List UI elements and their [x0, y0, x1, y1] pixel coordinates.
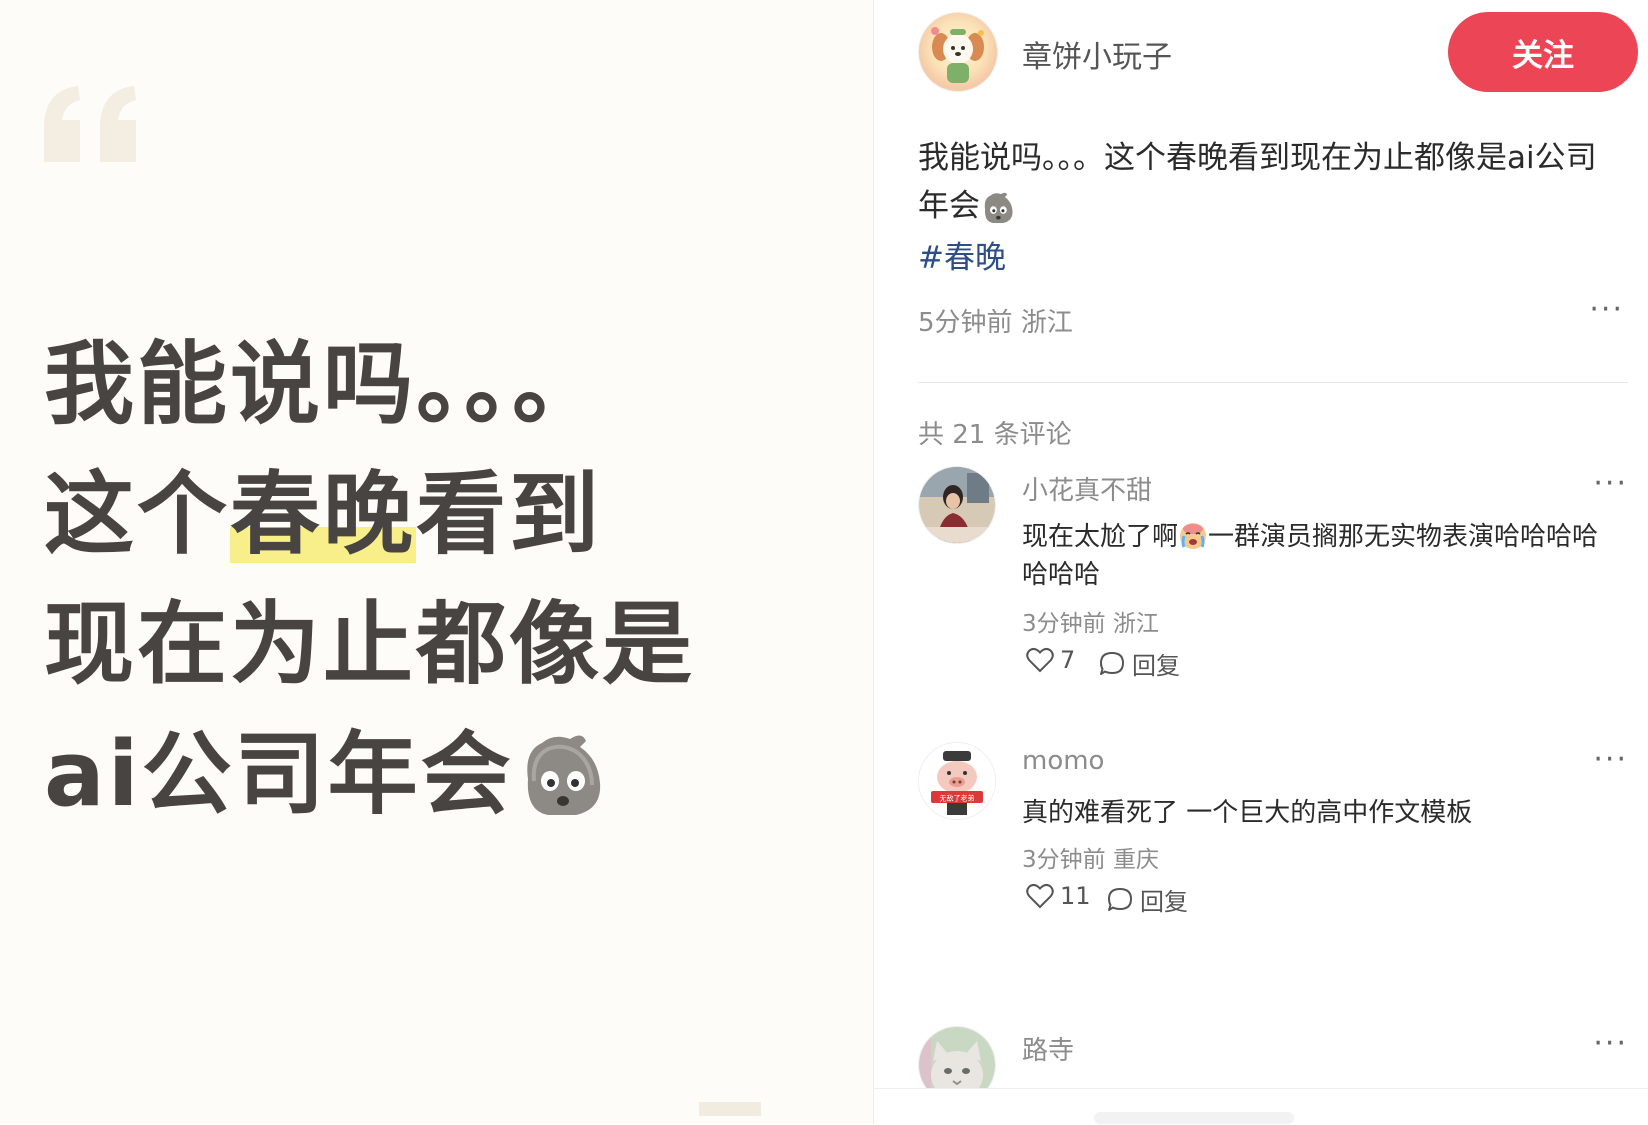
like-count: 7: [1060, 646, 1076, 674]
card-line-text: 现在为止都像是: [44, 592, 695, 697]
reply-button[interactable]: 回复: [1106, 882, 1188, 917]
comment-more-button[interactable]: ···: [1593, 1026, 1628, 1061]
commenter-avatar[interactable]: [918, 1026, 996, 1088]
commenter-name[interactable]: 小花真不甜: [1022, 470, 1152, 507]
post-content: 我能说吗。。。这个春晚看到现在为止都像是ai公司年会: [918, 134, 1618, 230]
pig-character-icon: 无敌了老弟: [919, 743, 995, 819]
quote-mark-icon: [44, 86, 136, 162]
author-row: 章饼小玩子 关注: [918, 12, 1638, 92]
card-line-text: 我能说吗。。。: [44, 332, 605, 437]
comment-meta: 3分钟前 浙江: [1022, 604, 1159, 638]
post-image-card[interactable]: 我能说吗。。。 这个春晚看到 现在为止都像是 ai公司年会: [0, 0, 874, 1124]
rock-face-emoji-icon: [526, 735, 600, 815]
comment-location: 浙江: [1112, 611, 1159, 637]
heart-icon: [1026, 883, 1054, 909]
comment-location: 重庆: [1112, 847, 1159, 873]
post-text: 我能说吗。。。这个春晚看到现在为止都像是ai公司年会: [918, 140, 1597, 224]
comment-bubble-icon: [1108, 887, 1132, 911]
comment-text-part: 真的难看死了 一个巨大的高中作文模板: [1022, 798, 1473, 828]
comment-item: 无敌了老弟 momo ··· 真的难看死了 一个巨大的高中作文模板 3分钟前 重…: [918, 742, 1628, 942]
card-headline: 我能说吗。。。 这个春晚看到 现在为止都像是 ai公司年会: [44, 320, 864, 840]
card-bottom-tab: [699, 1102, 761, 1116]
comment-text: 现在太尬了啊 一群演员搁那无实物表演哈哈哈哈哈哈哈: [1022, 518, 1622, 594]
highlighted-text: 春晚: [230, 462, 416, 567]
author-avatar[interactable]: [918, 12, 998, 92]
card-line-text: ai公司年会: [44, 722, 514, 827]
comment-time: 3分钟前: [1022, 847, 1106, 873]
post-detail-panel: 章饼小玩子 关注 我能说吗。。。这个春晚看到现在为止都像是ai公司年会 #春晚 …: [874, 0, 1648, 1125]
card-line-4: ai公司年会: [44, 710, 864, 840]
commenter-avatar[interactable]: 无敌了老弟: [918, 742, 996, 820]
comment-actions: 11 回复: [1022, 882, 1422, 918]
card-line-text: 这个: [44, 462, 230, 567]
comment-more-button[interactable]: ···: [1593, 466, 1628, 501]
follow-button[interactable]: 关注: [1448, 12, 1638, 92]
commenter-avatar[interactable]: [918, 466, 996, 544]
crying-face-emoji-icon: [1180, 523, 1207, 549]
comment-actions: 7 回复: [1022, 646, 1422, 682]
comment-meta: 3分钟前 重庆: [1022, 840, 1159, 874]
reply-label: 回复: [1132, 652, 1180, 680]
reply-button[interactable]: 回复: [1098, 646, 1180, 681]
comment-item: 路寺 ···: [918, 1026, 1628, 1088]
reply-label: 回复: [1140, 888, 1188, 916]
comment-text-part: 现在太尬了啊: [1022, 522, 1179, 552]
like-button[interactable]: 7: [1026, 646, 1075, 674]
divider: [918, 382, 1628, 383]
post-hashtag-link[interactable]: #春晚: [918, 232, 1006, 277]
comment-time: 3分钟前: [1022, 611, 1106, 637]
comment-item: 小花真不甜 ··· 现在太尬了啊 一群演员搁那无实物表演哈哈哈哈哈哈哈 3分钟前…: [918, 466, 1628, 696]
comment-more-button[interactable]: ···: [1593, 742, 1628, 777]
author-name[interactable]: 章饼小玩子: [1022, 32, 1172, 76]
card-line-text: 看到: [416, 462, 602, 567]
cat-photo-icon: [919, 1027, 995, 1088]
commenter-name[interactable]: momo: [1022, 746, 1104, 776]
comment-bubble-icon: [1100, 651, 1124, 675]
post-more-button[interactable]: ···: [1589, 292, 1624, 327]
post-location: 浙江: [1020, 308, 1073, 338]
like-count: 11: [1060, 882, 1091, 910]
card-line-2: 这个春晚看到: [44, 450, 864, 580]
card-line-3: 现在为止都像是: [44, 580, 864, 710]
card-line-1: 我能说吗。。。: [44, 320, 864, 450]
person-photo-icon: [919, 467, 995, 543]
like-button[interactable]: 11: [1026, 882, 1091, 910]
dog-character-icon: [931, 27, 984, 83]
post-meta: 5分钟前 浙江: [918, 302, 1073, 339]
home-indicator: [1094, 1112, 1294, 1124]
post-time: 5分钟前: [918, 308, 1013, 338]
heart-icon: [1026, 647, 1054, 673]
comment-text: 真的难看死了 一个巨大的高中作文模板: [1022, 794, 1622, 832]
comment-count: 共 21 条评论: [918, 420, 1072, 450]
avatar-badge-text: 无敌了老弟: [940, 794, 975, 803]
commenter-name[interactable]: 路寺: [1022, 1030, 1074, 1067]
rock-face-emoji-icon: [984, 192, 1013, 223]
